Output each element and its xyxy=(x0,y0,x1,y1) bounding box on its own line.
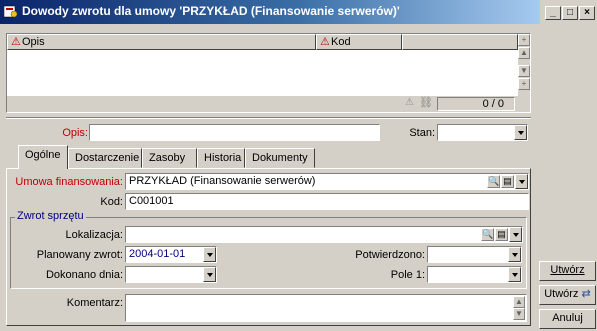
dokonano-dnia-input[interactable] xyxy=(125,266,217,283)
dropdown-arrow-icon[interactable] xyxy=(508,267,521,282)
pole1-label: Pole 1: xyxy=(390,269,425,281)
opis-label: Opis: xyxy=(62,127,88,139)
records-list[interactable]: ⚠ Opis ⚠ Kod + ▲ ▼ + ⚠ ⛓ 0 / 0 xyxy=(6,33,531,113)
warning-icon: ⚠ xyxy=(405,97,414,108)
scroll-up-icon[interactable]: ▲ xyxy=(518,47,530,59)
dropdown-arrow-icon[interactable] xyxy=(514,125,527,140)
pole1-input[interactable] xyxy=(427,266,522,283)
link-icon[interactable]: ⛓ xyxy=(419,96,433,109)
umowa-input[interactable]: PRZYKŁAD (Finansowanie serwerów) 🔍 ▤ xyxy=(125,173,529,190)
column-header-opis[interactable]: ⚠ Opis xyxy=(7,34,316,50)
dropdown-arrow-icon[interactable] xyxy=(509,227,522,242)
dokonano-dnia-label: Dokonano dnia: xyxy=(45,269,123,281)
column-header-kod[interactable]: ⚠ Kod xyxy=(316,34,402,50)
create-linked-button[interactable]: Utwórz ⇄ xyxy=(539,285,596,305)
scroll-down-icon[interactable]: ▼ xyxy=(513,308,525,320)
add-row-bottom-icon[interactable]: + xyxy=(518,78,530,90)
list-scrollbar[interactable]: + ▲ ▼ + xyxy=(518,34,530,96)
details-icon[interactable]: ▤ xyxy=(495,228,508,241)
group-title: Zwrot sprzętu xyxy=(15,210,86,222)
maximize-button[interactable]: □ xyxy=(562,6,578,20)
tab-ogolne[interactable]: Ogólne xyxy=(18,145,68,169)
tab-zasoby[interactable]: Zasoby xyxy=(142,148,197,168)
separator xyxy=(6,117,531,119)
planowany-zwrot-label: Planowany zwrot: xyxy=(36,249,123,261)
list-status-bar: ⚠ ⛓ 0 / 0 xyxy=(7,96,530,112)
stan-select[interactable] xyxy=(437,124,528,141)
dropdown-arrow-icon[interactable] xyxy=(203,247,216,262)
planowany-zwrot-input[interactable]: 2004-01-01 xyxy=(125,246,217,263)
search-icon[interactable]: 🔍 xyxy=(481,228,494,241)
potwierdzono-input[interactable] xyxy=(427,246,522,263)
close-button[interactable]: × xyxy=(579,6,595,20)
create-button[interactable]: Utwórz xyxy=(539,261,596,281)
opis-input[interactable] xyxy=(89,124,380,141)
scroll-down-icon[interactable]: ▼ xyxy=(518,65,530,77)
lokalizacja-label: Lokalizacja: xyxy=(65,229,123,241)
umowa-label: Umowa finansowania: xyxy=(15,176,123,188)
window-title: Dowody zwrotu dla umowy 'PRZYKŁAD (Finan… xyxy=(22,4,400,18)
dropdown-arrow-icon[interactable] xyxy=(515,174,528,189)
sort-icon: ⚠ xyxy=(320,36,330,48)
kod-label: Kod: xyxy=(100,196,123,208)
sort-icon: ⚠ xyxy=(11,36,21,48)
column-header-empty xyxy=(402,34,518,50)
tab-panel: Umowa finansowania: PRZYKŁAD (Finansowan… xyxy=(6,168,531,326)
link-icon: ⇄ xyxy=(581,288,591,300)
search-icon[interactable]: 🔍 xyxy=(487,175,500,188)
details-icon[interactable]: ▤ xyxy=(501,175,514,188)
dropdown-arrow-icon[interactable] xyxy=(508,247,521,262)
komentarz-input[interactable]: ▲ ▼ xyxy=(125,294,527,322)
stan-label: Stan: xyxy=(409,127,435,139)
cancel-button[interactable]: Anuluj xyxy=(539,309,596,329)
tab-dostarczenie[interactable]: Dostarczenie xyxy=(68,148,142,168)
komentarz-label: Komentarz: xyxy=(66,297,123,309)
lokalizacja-input[interactable]: 🔍 ▤ xyxy=(125,226,523,243)
tab-historia[interactable]: Historia xyxy=(197,148,245,168)
window-controls: _ □ × xyxy=(540,0,597,24)
add-row-icon[interactable]: + xyxy=(518,34,530,46)
potwierdzono-label: Potwierdzono: xyxy=(355,249,425,261)
minimize-button[interactable]: _ xyxy=(545,6,561,20)
title-bar: Dowody zwrotu dla umowy 'PRZYKŁAD (Finan… xyxy=(0,0,540,24)
record-count: 0 / 0 xyxy=(437,97,515,111)
dropdown-arrow-icon[interactable] xyxy=(203,267,216,282)
kod-input[interactable]: C001001 xyxy=(125,193,529,210)
app-icon xyxy=(4,5,18,18)
scroll-up-icon[interactable]: ▲ xyxy=(513,296,525,308)
tab-dokumenty[interactable]: Dokumenty xyxy=(245,148,315,168)
